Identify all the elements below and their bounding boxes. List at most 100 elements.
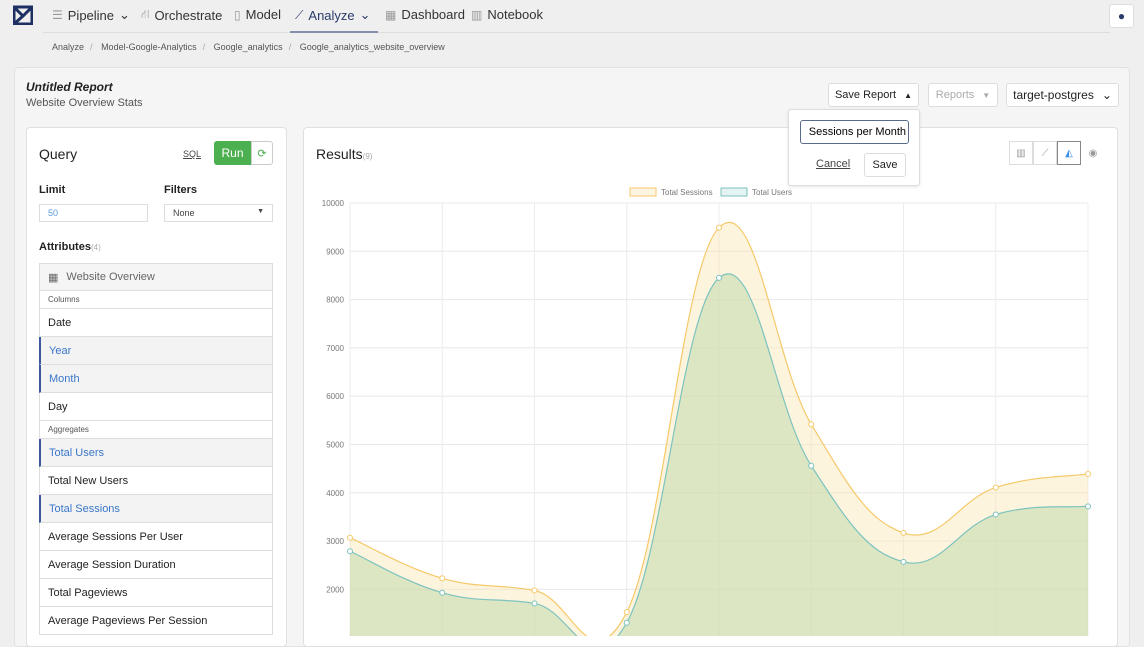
nav-divider — [43, 32, 1110, 33]
data-point — [531, 587, 538, 594]
run-button[interactable]: Run — [214, 141, 251, 165]
limit-input[interactable]: 50 — [39, 204, 148, 222]
breadcrumb-item[interactable]: Analyze — [52, 42, 84, 52]
attribute-item[interactable]: Total Pageviews — [39, 579, 273, 607]
line-chart-icon[interactable]: ⟋ — [1033, 141, 1057, 165]
data-point — [900, 558, 907, 565]
data-point — [900, 529, 907, 536]
data-point — [1085, 470, 1091, 477]
report-title: Untitled Report — [26, 80, 113, 94]
y-tick-label: 5000 — [326, 441, 344, 450]
refresh-icon: ⟳ — [257, 147, 267, 160]
data-point — [992, 484, 999, 491]
attributes-list: ▦ Website Overview Columns Date Year Month D… — [39, 263, 273, 635]
attribute-item[interactable]: Average Session Duration — [39, 551, 273, 579]
data-point — [347, 548, 353, 555]
cancel-button[interactable]: Cancel — [816, 158, 850, 170]
report-subtitle: Website Overview Stats — [26, 97, 143, 109]
legend-swatch — [629, 187, 657, 197]
legend-swatch — [720, 187, 748, 197]
user-icon: ● — [1117, 9, 1126, 23]
save-report-button[interactable]: Save Report ▲ — [828, 83, 919, 107]
legend-label: Total Users — [752, 188, 792, 197]
refresh-button[interactable]: ⟳ — [251, 141, 273, 165]
logo-icon[interactable] — [13, 5, 33, 25]
data-point — [1085, 503, 1091, 510]
query-title: Query — [39, 146, 78, 162]
chart-icon: ⟋ — [295, 7, 304, 22]
attribute-item[interactable]: Year — [39, 337, 273, 365]
data-point — [992, 511, 999, 518]
chevron-down-icon: ⌄ — [119, 7, 130, 22]
filters-label: Filters — [164, 184, 198, 196]
bar-chart-icon[interactable]: ▥ — [1009, 141, 1033, 165]
caret-down-icon: ▼ — [257, 208, 264, 215]
y-tick-label: 8000 — [326, 296, 344, 305]
breadcrumb-item[interactable]: Google_analytics — [214, 42, 283, 52]
y-tick-label: 9000 — [326, 247, 344, 256]
data-point — [808, 462, 815, 469]
nav-notebook[interactable]: ▥ Notebook — [471, 7, 543, 22]
save-button[interactable]: Save — [864, 153, 906, 177]
file-icon: ▯ — [234, 7, 241, 22]
grid-icon: ▦ — [385, 7, 397, 22]
data-point — [439, 575, 446, 582]
y-tick-label: 4000 — [326, 489, 344, 498]
pie-chart-icon[interactable]: ◉ — [1081, 141, 1105, 165]
flow-icon: ⛙ — [141, 7, 150, 21]
attribute-item[interactable]: Total New Users — [39, 467, 273, 495]
legend-label: Total Sessions — [661, 188, 713, 197]
results-chart: 10000 9000 8000 7000 6000 5000 4000 3000 2000 Tot… — [322, 187, 1091, 636]
book-icon: ▥ — [471, 7, 483, 22]
data-point — [623, 609, 630, 616]
attribute-item[interactable]: Month — [39, 365, 273, 393]
breadcrumb-item: Google_analytics_website_overview — [299, 42, 445, 52]
nav-analyze[interactable]: ⟋ Analyze ⌄ — [295, 7, 371, 23]
chevron-down-icon: ⌄ — [1101, 88, 1112, 102]
attributes-label: Attributes(4) — [39, 241, 101, 253]
data-point — [347, 534, 353, 541]
y-tick-label: 10000 — [322, 199, 345, 208]
data-point — [439, 589, 446, 596]
data-point — [716, 274, 722, 281]
data-point — [623, 619, 630, 626]
attribute-item[interactable]: Average Pageviews Per Session — [39, 607, 273, 635]
section-label: Aggregates — [39, 421, 273, 439]
chevron-down-icon: ⌄ — [359, 7, 371, 22]
data-point — [716, 224, 722, 231]
limit-label: Limit — [39, 184, 66, 196]
save-report-popover: Cancel Save — [788, 109, 920, 186]
attribute-item[interactable]: Date — [39, 309, 273, 337]
user-menu-button[interactable]: ● — [1109, 4, 1134, 28]
filters-select[interactable]: None ▼ — [164, 204, 273, 222]
results-title: Results(9) — [316, 146, 373, 162]
y-tick-label: 6000 — [326, 392, 344, 401]
table-icon: ▦ — [48, 271, 59, 284]
active-tab-indicator — [290, 31, 378, 33]
y-tick-label: 2000 — [326, 585, 344, 594]
report-name-input[interactable] — [800, 120, 909, 144]
section-label: Columns — [39, 291, 273, 309]
sql-link[interactable]: SQL — [183, 149, 201, 159]
nav-model[interactable]: ▯ Model — [234, 7, 281, 22]
y-tick-label: 3000 — [326, 537, 344, 546]
table-header[interactable]: ▦ Website Overview — [39, 263, 273, 291]
attribute-item[interactable]: Day — [39, 393, 273, 421]
caret-up-icon: ▲ — [904, 90, 913, 100]
data-point — [531, 600, 538, 607]
area-chart-icon[interactable]: ◭ — [1057, 141, 1081, 165]
nav-dashboard[interactable]: ▦ Dashboard — [385, 7, 465, 22]
reports-dropdown[interactable]: Reports ▼ — [928, 83, 998, 107]
y-tick-label: 7000 — [326, 344, 344, 353]
connection-dropdown[interactable]: target-postgres ⌄ — [1006, 83, 1119, 107]
attribute-item[interactable]: Total Users — [39, 439, 273, 467]
attribute-item[interactable]: Total Sessions — [39, 495, 273, 523]
attribute-item[interactable]: Average Sessions Per User — [39, 523, 273, 551]
data-point — [808, 421, 815, 428]
breadcrumb-item[interactable]: Model-Google-Analytics — [101, 42, 197, 52]
series-area — [350, 274, 1088, 636]
caret-down-icon: ▼ — [982, 90, 991, 100]
nav-pipeline[interactable]: ☰ Pipeline ⌄ — [52, 7, 130, 23]
menu-icon: ☰ — [52, 8, 63, 22]
nav-orchestrate[interactable]: ⛙ Orchestrate — [141, 7, 222, 23]
